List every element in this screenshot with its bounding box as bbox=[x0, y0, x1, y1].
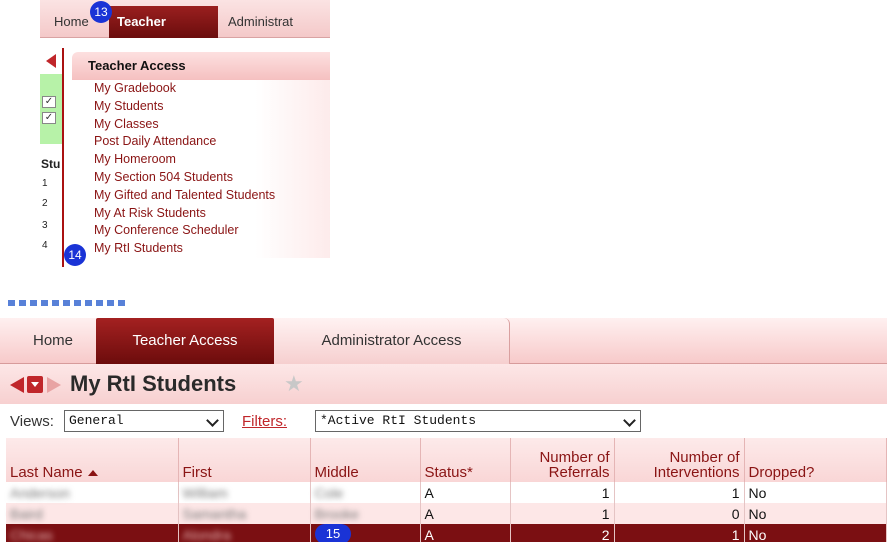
arrow-right-icon[interactable] bbox=[47, 377, 61, 393]
views-label: Views: bbox=[10, 413, 54, 430]
rti-students-table: Last Name First Middle Status* Number of… bbox=[6, 438, 887, 542]
page-title-bar: My RtI Students ★ bbox=[0, 364, 887, 404]
tab-teacher-access[interactable]: Teacher Access bbox=[96, 318, 274, 364]
cell-middle: Cole bbox=[310, 482, 421, 503]
cell-last: Baird bbox=[6, 503, 179, 524]
dropdown-icon[interactable] bbox=[27, 376, 43, 393]
tab-teacher-access[interactable]: Teacher Access bbox=[109, 6, 218, 61]
table-row[interactable]: Baird Samantha Brooke A 1 0 No bbox=[6, 503, 887, 524]
col-dropped[interactable]: Dropped? bbox=[744, 438, 887, 482]
sort-ascending-icon bbox=[87, 470, 98, 477]
step-badge-13: 13 bbox=[90, 1, 112, 23]
my-rti-students-page-screenshot: Home Teacher Access Administrator Access… bbox=[0, 300, 887, 542]
tab-home[interactable]: Home bbox=[48, 6, 95, 38]
cell-first: William bbox=[178, 482, 311, 503]
cell-status: A bbox=[420, 482, 511, 503]
menu-item-my-section-504-students[interactable]: My Section 504 Students bbox=[72, 169, 330, 187]
checkbox-checked-icon[interactable]: ✓ bbox=[42, 96, 56, 108]
col-interventions[interactable]: Number of Interventions bbox=[614, 438, 745, 482]
cell-dropped: No bbox=[744, 482, 887, 503]
teacher-access-menu-screenshot: Home Teacher Access Administrat 13 ✓ ✓ S… bbox=[40, 0, 330, 267]
table-row[interactable]: Anderson William Cole A 1 1 No bbox=[6, 482, 887, 503]
top-tab-bar: Home Teacher Access Administrat bbox=[40, 0, 330, 61]
cell-status: A bbox=[420, 503, 511, 524]
col-referrals[interactable]: Number of Referrals bbox=[510, 438, 615, 482]
background-row-number: 4 bbox=[42, 240, 48, 251]
cell-middle: Brooke bbox=[310, 503, 421, 524]
cell-status: A bbox=[420, 524, 511, 542]
chevron-down-icon bbox=[623, 414, 636, 427]
checkbox-checked-icon[interactable]: ✓ bbox=[42, 112, 56, 124]
menu-item-my-at-risk-students[interactable]: My At Risk Students bbox=[72, 205, 330, 223]
col-middle[interactable]: Middle bbox=[310, 438, 421, 482]
step-badge-15: 15 bbox=[315, 524, 351, 542]
menu-item-my-conference-scheduler[interactable]: My Conference Scheduler bbox=[72, 222, 330, 240]
page-title: My RtI Students bbox=[70, 371, 237, 396]
cell-interventions: 0 bbox=[614, 503, 745, 524]
cell-first: Alondra bbox=[178, 524, 311, 542]
background-row-number: 3 bbox=[42, 220, 48, 231]
tab-administrator-access[interactable]: Administrat bbox=[222, 6, 299, 38]
filters-select[interactable]: *Active RtI Students bbox=[315, 410, 641, 432]
main-tab-bar: Home Teacher Access Administrator Access bbox=[0, 318, 887, 364]
menu-item-post-daily-attendance[interactable]: Post Daily Attendance bbox=[72, 133, 330, 151]
background-column-header: Stu bbox=[41, 157, 61, 171]
menu-item-my-gifted-and-talented-students[interactable]: My Gifted and Talented Students bbox=[72, 187, 330, 205]
cell-interventions: 1 bbox=[614, 524, 745, 542]
cell-last: Chicas bbox=[6, 524, 179, 542]
cropped-text-fragment bbox=[8, 300, 128, 306]
table-row-selected[interactable]: Chicas Alondra A 2 1 No bbox=[6, 524, 887, 542]
col-status[interactable]: Status* bbox=[420, 438, 511, 482]
cell-referrals: 1 bbox=[510, 503, 615, 524]
filters-select-value: *Active RtI Students bbox=[320, 413, 477, 428]
tab-administrator-access[interactable]: Administrator Access bbox=[274, 318, 510, 364]
col-last-name[interactable]: Last Name bbox=[6, 438, 179, 482]
tab-home[interactable]: Home bbox=[10, 318, 96, 364]
menu-item-my-students[interactable]: My Students bbox=[72, 98, 330, 116]
views-select-value: General bbox=[69, 413, 124, 428]
views-filters-bar: Views: General Filters: *Active RtI Stud… bbox=[0, 404, 887, 438]
background-row-number: 2 bbox=[42, 198, 48, 209]
background-page-strip bbox=[40, 38, 62, 267]
cell-dropped: No bbox=[744, 503, 887, 524]
arrow-left-icon bbox=[46, 54, 56, 68]
menu-title: Teacher Access bbox=[72, 52, 330, 80]
filters-link[interactable]: Filters: bbox=[242, 413, 287, 430]
cell-dropped: No bbox=[744, 524, 887, 542]
chevron-down-icon bbox=[206, 414, 219, 427]
col-first[interactable]: First bbox=[178, 438, 311, 482]
star-icon[interactable]: ★ bbox=[284, 370, 304, 398]
menu-item-my-homeroom[interactable]: My Homeroom bbox=[72, 151, 330, 169]
table-header-row: Last Name First Middle Status* Number of… bbox=[6, 438, 887, 482]
cell-first: Samantha bbox=[178, 503, 311, 524]
cell-referrals: 2 bbox=[510, 524, 615, 542]
background-row-number: 1 bbox=[42, 178, 48, 189]
menu-item-my-gradebook[interactable]: My Gradebook bbox=[72, 80, 330, 98]
cell-last: Anderson bbox=[6, 482, 179, 503]
background-green-highlight bbox=[40, 74, 62, 144]
teacher-access-dropdown-menu: Teacher Access My Gradebook My Students … bbox=[62, 48, 330, 267]
step-badge-14: 14 bbox=[64, 244, 86, 266]
menu-list: My Gradebook My Students My Classes Post… bbox=[72, 80, 330, 258]
menu-item-my-classes[interactable]: My Classes bbox=[72, 116, 330, 134]
views-select[interactable]: General bbox=[64, 410, 224, 432]
arrow-left-icon[interactable] bbox=[10, 377, 24, 393]
cell-referrals: 1 bbox=[510, 482, 615, 503]
cell-interventions: 1 bbox=[614, 482, 745, 503]
menu-item-my-rti-students[interactable]: My RtI Students bbox=[72, 240, 330, 258]
